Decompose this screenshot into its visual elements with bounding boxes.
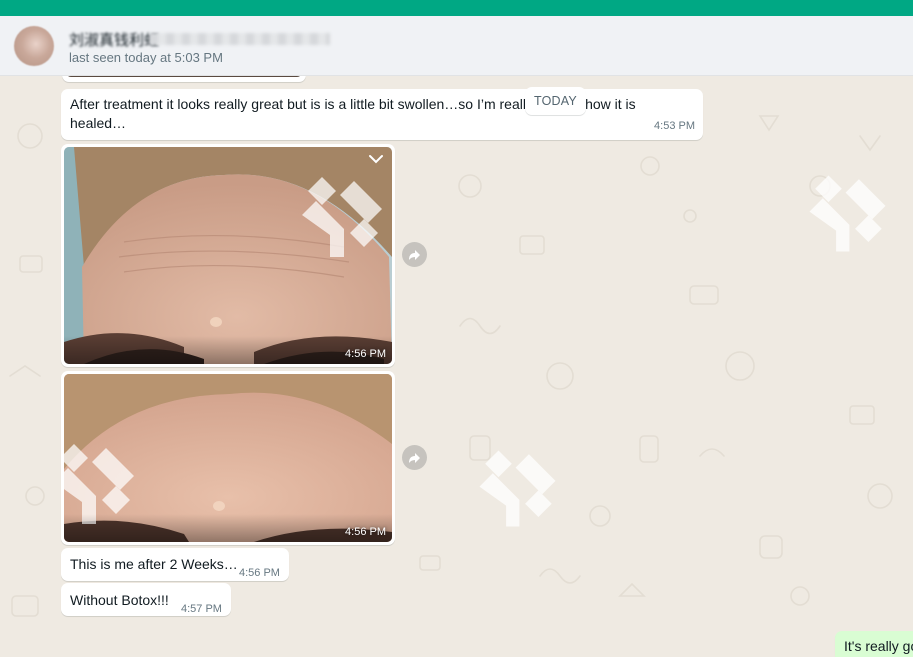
avatar[interactable] — [14, 26, 54, 66]
message-text: Without Botox!!! — [70, 592, 169, 608]
chevron-down-icon[interactable] — [368, 153, 384, 165]
message-text: It's really go — [844, 638, 913, 654]
app-top-bar — [0, 0, 913, 16]
message-bubble-outgoing[interactable]: It's really go — [835, 631, 913, 657]
previous-image-message[interactable] — [62, 76, 306, 82]
message-list[interactable]: After treatment it looks really great bu… — [0, 76, 913, 657]
date-separator: TODAY — [525, 87, 586, 115]
message-time: 4:56 PM — [345, 348, 386, 360]
watermark-logo — [479, 450, 556, 527]
image-message[interactable]: 4:56 PM — [61, 371, 395, 545]
message-time: 4:56 PM — [345, 526, 386, 538]
forward-arrow-icon[interactable] — [402, 242, 427, 267]
message-time: 4:56 PM — [239, 567, 280, 579]
image-message[interactable]: 4:56 PM — [61, 144, 395, 367]
forehead-photo-before[interactable]: 4:56 PM — [64, 147, 392, 364]
watermark-logo — [302, 177, 382, 257]
message-time: 4:57 PM — [181, 603, 222, 615]
last-seen-status: last seen today at 5:03 PM — [69, 50, 223, 65]
watermark-logo — [809, 175, 886, 252]
message-bubble-incoming[interactable]: This is me after 2 Weeks… 4:56 PM — [61, 548, 289, 581]
forehead-photo-after[interactable]: 4:56 PM — [64, 374, 392, 542]
message-text: After treatment it looks really great bu… — [70, 96, 636, 131]
forward-arrow-icon[interactable] — [402, 445, 427, 470]
message-bubble-incoming[interactable]: Without Botox!!! 4:57 PM — [61, 583, 231, 616]
contact-name[interactable]: 刘淑真钱利虹 — [69, 29, 159, 50]
chat-header[interactable]: 刘淑真钱利虹 last seen today at 5:03 PM — [0, 16, 913, 76]
message-bubble-incoming[interactable]: After treatment it looks really great bu… — [61, 89, 703, 140]
message-text: This is me after 2 Weeks… — [70, 556, 238, 572]
redacted-name-blur — [150, 33, 330, 45]
message-time: 4:53 PM — [654, 120, 695, 132]
